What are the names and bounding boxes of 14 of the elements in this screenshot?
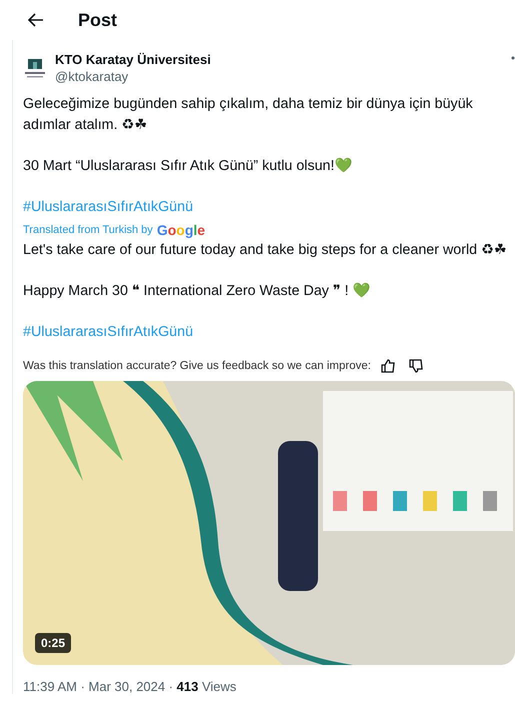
post-timestamp[interactable]: 11:39 AM · Mar 30, 2024 · 413 Views: [23, 679, 515, 694]
more-icon[interactable]: [511, 56, 515, 60]
feedback-prompt: Was this translation accurate? Give us feedback so we can improve:: [23, 360, 371, 372]
video-frame-drawing[interactable]: [23, 381, 515, 665]
page-title: Post: [78, 10, 118, 30]
author-handle[interactable]: @ktokaratay: [55, 69, 211, 84]
video-duration-badge: 0:25: [35, 633, 72, 653]
author-name[interactable]: KTO Karatay Üniversitesi: [55, 52, 211, 67]
post-text: Geleceğimize bugünden sahip çıkalım, daha temiz bir dünya için büyük adımlar atalım. ♻☘: [23, 95, 474, 135]
post-text: 30 Mart “Uluslararası Sıfır Atık Günü” kutlu olsun!💚: [23, 156, 354, 176]
university-logo-icon[interactable]: [23, 56, 47, 80]
post-text: Let's take care of our future today and take big steps for a cleaner world ♻☘: [23, 241, 508, 260]
google-logo: Google: [156, 222, 206, 238]
post-text: Happy March 30 ❝ International Zero Waste Day ❞ ! 💚: [23, 282, 372, 301]
